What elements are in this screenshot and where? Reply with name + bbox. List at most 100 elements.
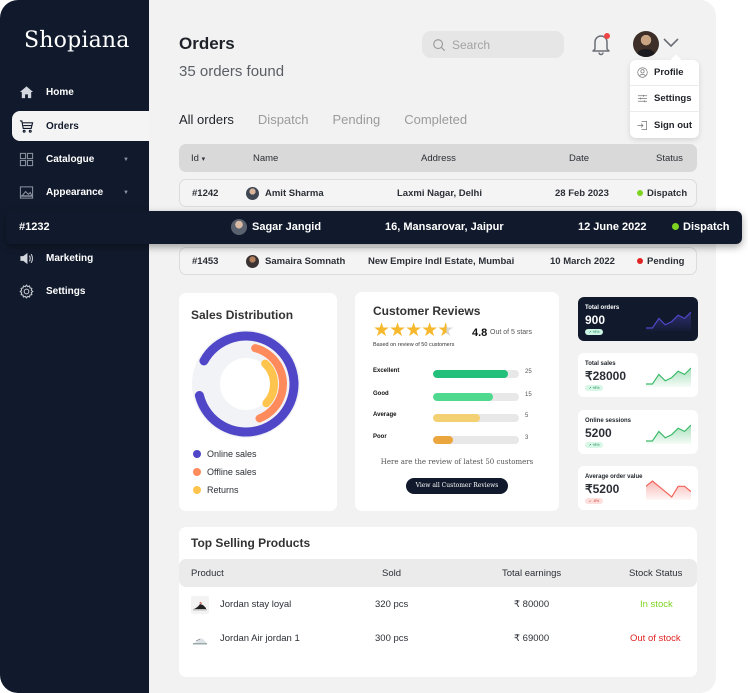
rating-bar-poor: Poor 3 [373, 434, 553, 444]
trend-badge: ↗ +8% [585, 442, 603, 448]
column-stock-status[interactable]: Stock Status [629, 568, 682, 579]
stat-card-online-sessions[interactable]: Online sessions 5200 ↗ +8% [578, 410, 698, 454]
sidebar-item-label: Marketing [46, 253, 94, 264]
legend-item: Returns [193, 481, 257, 499]
sidebar-item-marketing[interactable]: Marketing [12, 242, 149, 275]
sidebar-item-label: Settings [46, 286, 86, 297]
sidebar-item-label: Catalogue [46, 154, 95, 165]
rating-bar-fill [433, 393, 494, 401]
chevron-down-icon[interactable]: ▼ [123, 157, 129, 163]
review-count-note: Based on review of 50 customers [373, 342, 455, 348]
sidebar-item-label: Home [46, 87, 74, 98]
sidebar-item-label: Appearance [46, 187, 104, 198]
stat-label: Online sessions [585, 418, 632, 424]
rating-suffix: Out of 5 stars [490, 329, 533, 336]
stat-card-total-orders[interactable]: Total orders 900 ↗ +8% [578, 297, 698, 341]
rating-label: Poor [373, 434, 387, 440]
sparkline-area [646, 481, 691, 500]
star-icon: ★ [421, 320, 439, 341]
legend-label: Online sales [207, 449, 257, 459]
rating-bar-track [433, 393, 519, 401]
sidebar-item-appearance[interactable]: Appearance ▼ [12, 176, 149, 209]
product-name: Jordan stay loyal [220, 599, 292, 610]
legend-swatch [193, 450, 201, 458]
column-earnings[interactable]: Total earnings [502, 568, 561, 579]
megaphone-icon [18, 251, 34, 267]
chart-legend: Online sales Offline sales Returns [193, 445, 257, 499]
order-id: #1232 [19, 221, 50, 233]
sparkline-chart [646, 311, 691, 331]
rating-bar-excellent: Excellent 25 [373, 368, 553, 378]
rating-value: 4.8 [472, 327, 488, 339]
gear-icon [18, 284, 34, 300]
legend-item: Online sales [193, 445, 257, 463]
column-sold[interactable]: Sold [382, 568, 401, 579]
stat-label: Average order value [585, 474, 643, 480]
cart-icon [18, 118, 34, 134]
legend-swatch [193, 486, 201, 494]
status-badge: Dispatch [672, 221, 729, 233]
sidebar-item-label: Orders [46, 120, 79, 132]
product-name: Jordan Air jordan 1 [220, 633, 300, 644]
stat-label: Total sales [585, 361, 616, 367]
rating-bar-fill [433, 414, 481, 422]
product-thumbnail [191, 596, 209, 614]
sparkline-chart [646, 480, 691, 500]
card-title: Customer Reviews [373, 304, 481, 318]
rating-bar-track [433, 370, 519, 378]
rating-label: Good [373, 391, 389, 397]
trend-badge: ↗ +8% [585, 329, 603, 335]
rating-bar-average: Average 5 [373, 412, 553, 422]
sidebar-item-settings[interactable]: Settings [12, 275, 149, 308]
stat-card-average-order-value[interactable]: Average order value ₹5200 ↙ -8% [578, 466, 698, 510]
sparkline-chart [646, 367, 691, 387]
customer-name: Sagar Jangid [252, 221, 322, 233]
product-sold: 300 pcs [375, 633, 409, 644]
trend-badge: ↗ +8% [585, 385, 603, 391]
table-row[interactable]: Jordan Air jordan 1 300 pcs ₹ 69000 Out … [179, 628, 697, 650]
view-all-reviews-button[interactable]: View all Customer Reviews [406, 478, 508, 494]
column-product[interactable]: Product [191, 568, 224, 579]
table-row[interactable]: Jordan stay loyal 320 pcs ₹ 80000 In sto… [179, 594, 697, 616]
sales-distribution-card: Sales Distribution Online sales Offline … [179, 293, 337, 511]
products-table-header: Product Sold Total earnings Stock Status [179, 559, 697, 587]
product-earnings: ₹ 69000 [514, 633, 550, 644]
reviews-note: Here are the review of latest 50 custome… [380, 458, 534, 466]
brand-logo[interactable]: Shopiana [24, 28, 130, 53]
stat-card-total-sales[interactable]: Total sales ₹28000 ↗ +8% [578, 353, 698, 397]
rating-count: 15 [525, 392, 532, 398]
sidebar-item-catalogue[interactable]: Catalogue ▼ [12, 143, 149, 176]
legend-label: Returns [207, 485, 239, 495]
stat-value: ₹28000 [585, 369, 627, 383]
product-thumbnail [191, 630, 209, 648]
grid-icon [18, 152, 34, 168]
status-label: Dispatch [683, 221, 730, 233]
customer-reviews-card: Customer Reviews ★ ★ ★ ★ ★ 4.8 Out of 5 … [355, 292, 559, 511]
sidebar-item-home[interactable]: Home [12, 76, 149, 109]
legend-swatch [193, 468, 201, 476]
rating-bar-fill [433, 436, 453, 444]
star-icon: ★ [389, 320, 407, 341]
status-dot [672, 223, 679, 230]
avatar [231, 219, 247, 235]
legend-item: Offline sales [193, 463, 257, 481]
home-icon [18, 85, 34, 101]
sidebar: Shopiana Home Orders Catalogue ▼ Appeara… [0, 0, 149, 693]
sidebar-item-orders[interactable]: Orders [12, 111, 149, 141]
rating-count: 25 [525, 369, 532, 375]
rating-label: Excellent [373, 368, 400, 374]
chevron-down-icon[interactable]: ▼ [123, 190, 129, 196]
stat-label: Total orders [585, 305, 620, 311]
stat-value: 5200 [585, 426, 612, 440]
rating-count: 5 [525, 413, 529, 419]
rating-count: 3 [525, 435, 529, 441]
trend-badge: ↙ -8% [585, 498, 603, 504]
stock-status: Out of stock [630, 633, 681, 644]
sidebar-nav: Home Orders Catalogue ▼ Appearance ▼ Man… [0, 76, 149, 308]
image-icon [18, 185, 34, 201]
stat-value: ₹5200 [585, 482, 620, 496]
star-icon: ★ [373, 320, 391, 341]
table-row-highlighted[interactable]: #1232 Sagar Jangid 16, Mansarovar, Jaipu… [6, 211, 742, 244]
star-rating: ★ ★ ★ ★ ★ [373, 320, 454, 341]
order-date: 12 June 2022 [578, 221, 647, 233]
